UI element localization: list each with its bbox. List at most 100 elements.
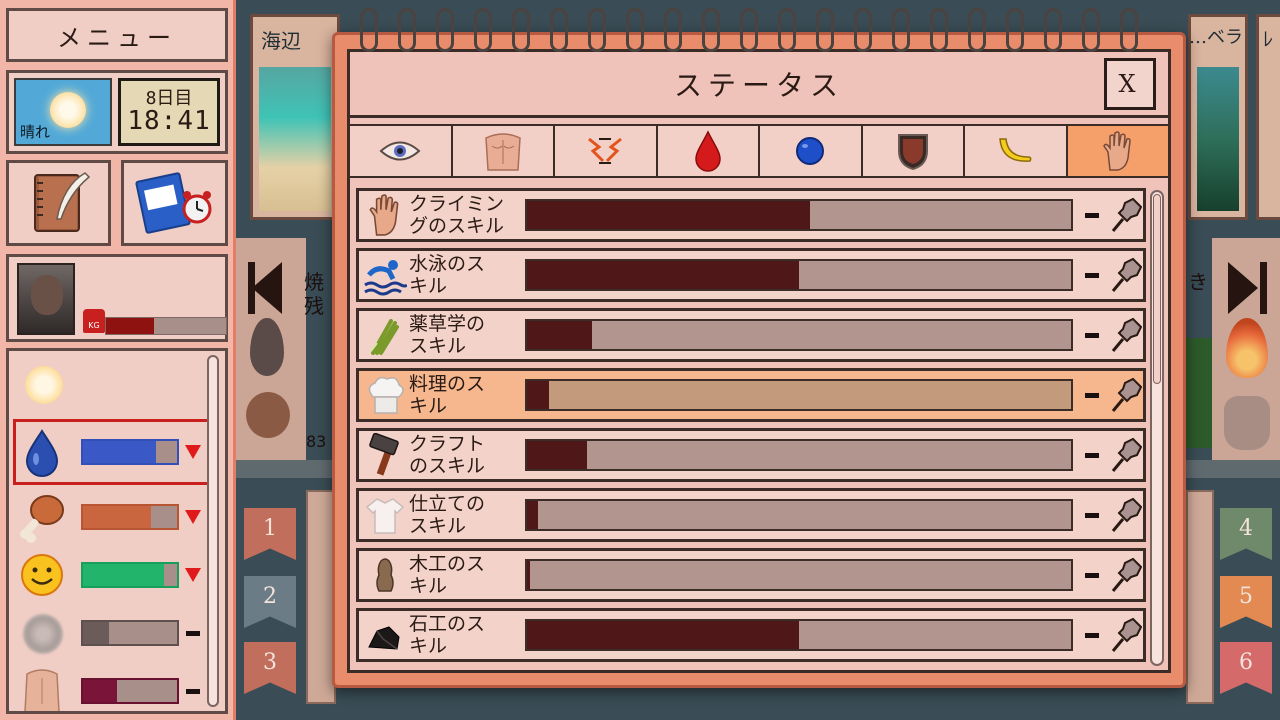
- skill-row-herbalism[interactable]: 薬草学の スキル: [356, 308, 1146, 362]
- need-row-sun: [15, 355, 209, 411]
- swimmer-icon: [363, 253, 409, 297]
- skill-name-line1: 料理のス: [409, 373, 486, 395]
- needs-scrollbar[interactable]: [207, 355, 219, 707]
- skill-list-scrollbar[interactable]: [1150, 190, 1164, 666]
- tab-blood[interactable]: [657, 126, 760, 176]
- skill-name: 木工のス キル: [407, 553, 525, 597]
- mood-bar: [81, 562, 179, 588]
- skill-row-climbing[interactable]: クライミン グのスキル: [356, 188, 1146, 242]
- bg-side-text-left-2: 残: [304, 294, 324, 318]
- need-row-hygiene[interactable]: [15, 605, 209, 661]
- weight-icon: KG: [83, 309, 105, 333]
- bg-drumstick-icon: [246, 392, 290, 438]
- skill-row-cooking[interactable]: 料理のス キル: [356, 368, 1146, 422]
- binding-ring: [1006, 8, 1024, 52]
- planner-button[interactable]: [121, 160, 228, 246]
- binding-ring: [664, 8, 682, 52]
- trend-down-icon: [185, 509, 201, 525]
- skill-name-line1: 石工のス: [409, 613, 486, 635]
- thirst-bar-fill: [83, 441, 157, 463]
- pin-icon[interactable]: [1109, 375, 1145, 415]
- skill-bar-fill: [527, 561, 530, 589]
- water-drop-icon: [15, 425, 69, 479]
- clock-display: 8日目 18:41: [118, 78, 220, 146]
- skill-bar: [525, 199, 1073, 231]
- pin-icon[interactable]: [1109, 435, 1145, 475]
- tab-nutrition[interactable]: [965, 126, 1068, 176]
- skill-list-scroll-thumb[interactable]: [1153, 194, 1161, 384]
- pin-icon[interactable]: [1109, 495, 1145, 535]
- character-panel[interactable]: KG: [6, 254, 228, 342]
- binding-ring: [512, 8, 530, 52]
- need-row-mood[interactable]: [15, 547, 209, 603]
- dialog-title-bar: ステータス X: [350, 52, 1168, 118]
- journal-button[interactable]: [6, 160, 111, 246]
- pin-icon[interactable]: [1109, 615, 1145, 655]
- binding-ring: [1044, 8, 1062, 52]
- hygiene-bar: [81, 620, 179, 646]
- tab-nerves[interactable]: [555, 126, 658, 176]
- banana-icon: [999, 138, 1032, 162]
- need-row-health[interactable]: [15, 663, 209, 711]
- jungle-image: [1197, 67, 1239, 211]
- prev-page-arrow-icon[interactable]: [252, 262, 282, 314]
- skill-row-masonry[interactable]: 石工のス キル: [356, 608, 1146, 662]
- character-face: [31, 275, 63, 315]
- tab-defense[interactable]: [862, 126, 965, 176]
- character-portrait[interactable]: [17, 263, 75, 335]
- binding-ring: [854, 8, 872, 52]
- pin-icon[interactable]: [1109, 255, 1145, 295]
- skill-bar: [525, 499, 1073, 531]
- skill-bar: [525, 619, 1073, 651]
- skill-row-woodworking[interactable]: 木工のス キル: [356, 548, 1146, 602]
- trend-flat-icon: [1085, 452, 1099, 458]
- binding-ring: [398, 8, 416, 52]
- menu-button[interactable]: メニュー: [6, 8, 228, 62]
- binding-ring: [892, 8, 910, 52]
- skill-bar: [525, 259, 1073, 291]
- skill-name-line2: キル: [409, 635, 448, 657]
- skill-bar-fill: [527, 261, 799, 289]
- body-icon: [15, 664, 69, 711]
- pin-icon[interactable]: [1109, 555, 1145, 595]
- location-card-edge[interactable]: ﾚ: [1256, 14, 1280, 220]
- trend-flat-icon: [1085, 572, 1099, 578]
- tab-body[interactable]: [452, 126, 555, 176]
- skill-name-line1: 仕立ての: [409, 493, 486, 515]
- journal-quill-icon: [33, 172, 90, 232]
- close-button[interactable]: X: [1104, 58, 1156, 110]
- pin-icon[interactable]: [1109, 315, 1145, 355]
- next-page-bar: [1260, 262, 1267, 314]
- need-row-hunger[interactable]: [15, 489, 209, 545]
- hand-icon: [363, 193, 407, 237]
- weather-display[interactable]: 晴れ: [14, 78, 112, 146]
- beach-image: [259, 67, 331, 211]
- skill-name-line2: スキル: [409, 335, 467, 357]
- skill-bar: [525, 559, 1073, 591]
- skill-row-swimming[interactable]: 水泳のス キル: [356, 248, 1146, 302]
- thirst-bar: [81, 439, 179, 465]
- next-page-arrow-icon[interactable]: [1228, 262, 1258, 314]
- skill-row-tailoring[interactable]: 仕立ての スキル: [356, 488, 1146, 542]
- location-card-beach[interactable]: 海辺: [250, 14, 340, 220]
- skill-row-crafting[interactable]: クラフト のスキル: [356, 428, 1146, 482]
- skill-name-line2: グのスキル: [409, 215, 505, 237]
- status-dialog: ステータス X クライミン グのスキル 水泳のス キル 薬草学の スキル 料理の…: [332, 32, 1186, 688]
- bg-hand-icon: [1224, 396, 1270, 450]
- herb-icon: [363, 313, 407, 357]
- tab-senses[interactable]: [350, 126, 453, 176]
- binding-ring: [360, 8, 378, 52]
- tab-immunity[interactable]: [760, 126, 863, 176]
- hygiene-bar-fill: [83, 622, 110, 644]
- skill-name-line1: クライミン: [409, 193, 505, 215]
- bg-count: 83: [306, 432, 327, 451]
- tab-skills[interactable]: [1067, 126, 1168, 176]
- skill-name-line2: キル: [409, 275, 448, 297]
- binding-ring: [436, 8, 454, 52]
- smiley-icon: [15, 548, 69, 602]
- weight-bar: [105, 317, 227, 335]
- blood-drop-icon: [694, 130, 721, 172]
- location-card-jungle[interactable]: …ベラ: [1188, 14, 1248, 220]
- need-row-thirst[interactable]: [13, 419, 211, 485]
- pin-icon[interactable]: [1109, 195, 1145, 235]
